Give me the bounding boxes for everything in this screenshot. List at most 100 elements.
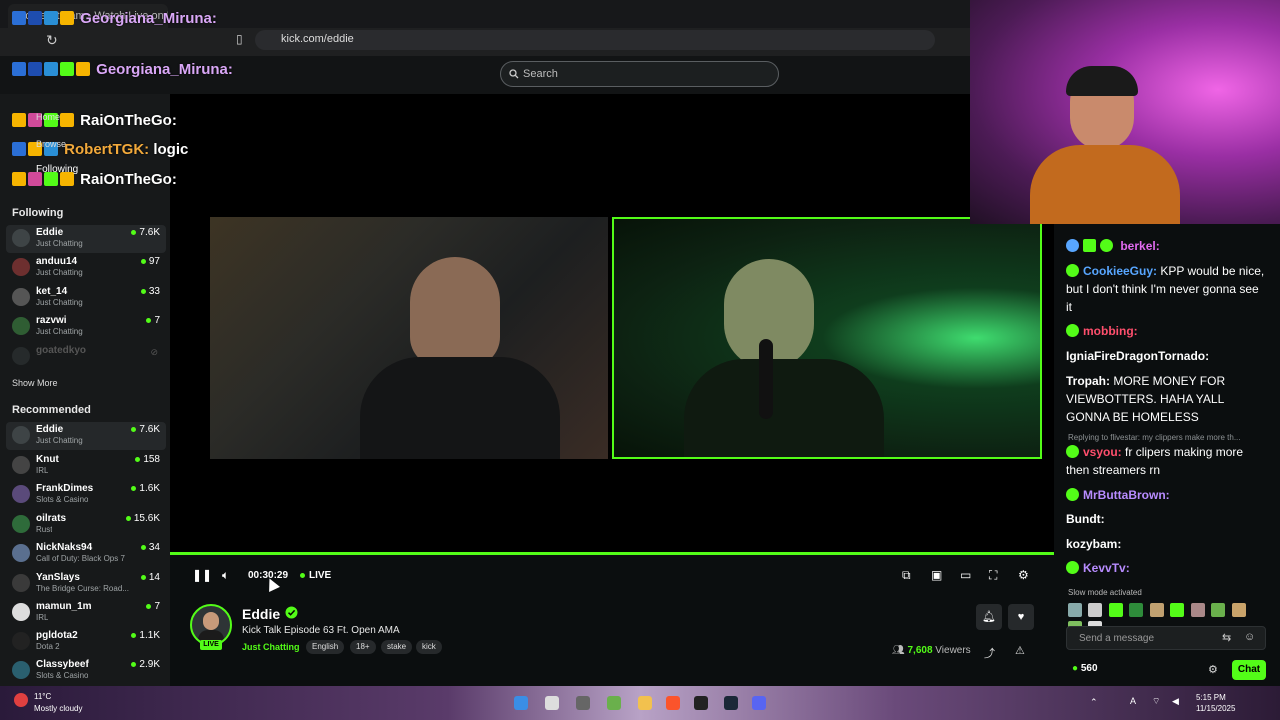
bookmark-icon[interactable]: ▯ bbox=[236, 32, 243, 46]
clock-time[interactable]: 5:15 PM bbox=[1196, 693, 1226, 702]
emote-picker-icon[interactable]: ☺ bbox=[1244, 631, 1255, 643]
channel-points[interactable]: ● 560 bbox=[1072, 663, 1098, 674]
stream-category[interactable]: Just Chatting bbox=[242, 642, 300, 652]
stream-tag[interactable]: stake bbox=[381, 640, 413, 654]
progress-bar[interactable] bbox=[170, 552, 1054, 555]
sidebar-item-recommended[interactable]: Knut IRL 158 bbox=[6, 452, 166, 480]
stream-tag[interactable]: English bbox=[306, 640, 345, 654]
network-icon[interactable]: ⌔ bbox=[1152, 696, 1160, 707]
chat-username[interactable]: IgniaFireDragonTornado: bbox=[1066, 349, 1209, 363]
emote-icon[interactable] bbox=[1211, 603, 1226, 617]
chat-username[interactable]: Tropah: bbox=[1066, 374, 1110, 388]
sidebar-item-following[interactable]: anduu14 Just Chatting 97 bbox=[6, 254, 166, 282]
channel-name[interactable]: Eddie bbox=[242, 606, 280, 622]
emote-icon[interactable] bbox=[1068, 603, 1082, 617]
verified-icon bbox=[1066, 445, 1079, 458]
sidebar-item-recommended[interactable]: pgldota2 Dota 2 1.1K bbox=[6, 628, 166, 656]
sidebar-item-recommended[interactable]: mamun_1m IRL 7 bbox=[6, 599, 166, 627]
nav-browse[interactable]: Browse bbox=[36, 139, 66, 149]
sidebar-item-recommended[interactable]: YanSlays The Bridge Curse: Road... 14 bbox=[6, 570, 166, 598]
viewer-count: 15.6K bbox=[126, 513, 160, 524]
pause-icon[interactable]: ❚❚ bbox=[192, 568, 212, 582]
chat-message-input[interactable]: Send a message bbox=[1066, 626, 1266, 650]
weather-temperature[interactable]: 11°C bbox=[34, 692, 51, 701]
overlay-message: logic bbox=[153, 141, 189, 158]
discord-icon[interactable] bbox=[752, 696, 766, 710]
chat-username[interactable]: vsyou: bbox=[1083, 445, 1122, 459]
sidebar-item-following[interactable]: ket_14 Just Chatting 33 bbox=[6, 284, 166, 312]
sidebar-item-recommended[interactable]: Classybeef Slots & Casino 2.9K bbox=[6, 657, 166, 685]
emote-icon[interactable] bbox=[1190, 603, 1205, 617]
show-more-link[interactable]: Show More bbox=[12, 378, 58, 388]
badge-icon bbox=[1066, 239, 1079, 252]
emote-icon[interactable] bbox=[1129, 603, 1144, 617]
translate-icon[interactable]: ⇆ bbox=[1222, 631, 1231, 644]
weather-condition[interactable]: Mostly cloudy bbox=[34, 704, 82, 713]
stream-tag[interactable]: 18+ bbox=[350, 640, 376, 654]
points-icon: ● bbox=[1072, 663, 1079, 674]
chat-username[interactable]: mobbing: bbox=[1083, 324, 1138, 338]
sidebar-item-recommended[interactable]: NickNaks94 Call of Duty: Black Ops 7 34 bbox=[6, 540, 166, 568]
terminal-icon[interactable] bbox=[694, 696, 708, 710]
overlay-chat-line: Georgiana_Miruna: bbox=[12, 61, 233, 78]
channel-category: Just Chatting bbox=[36, 268, 83, 277]
theater-mode-icon[interactable]: ▭ bbox=[960, 568, 971, 582]
language-icon[interactable]: A bbox=[1130, 696, 1136, 706]
report-icon[interactable]: ⚠ bbox=[1015, 644, 1025, 657]
brave-browser-icon[interactable] bbox=[666, 696, 680, 710]
chat-settings-icon[interactable]: ⚙ bbox=[1208, 663, 1218, 676]
chat-username[interactable]: Bundt: bbox=[1066, 512, 1105, 526]
viewer-count: 34 bbox=[141, 542, 160, 553]
chat-username[interactable]: MrButtaBrown: bbox=[1083, 488, 1170, 502]
steam-icon[interactable] bbox=[724, 696, 738, 710]
emote-icon[interactable] bbox=[1231, 603, 1246, 617]
emote-bar[interactable] bbox=[1068, 602, 1268, 635]
viewer-count: 7.6K bbox=[131, 424, 160, 435]
chat-username[interactable]: kozybam: bbox=[1066, 537, 1121, 551]
reload-icon[interactable]: ↻ bbox=[46, 32, 62, 48]
address-bar[interactable]: kick.com/eddie bbox=[255, 30, 935, 50]
miniplayer-icon[interactable]: ⧉ bbox=[902, 568, 911, 583]
task-view-icon[interactable] bbox=[576, 696, 590, 710]
sidebar-item-recommended[interactable]: oilrats Rust 15.6K bbox=[6, 511, 166, 539]
clip-icon[interactable]: ▣ bbox=[931, 568, 942, 582]
emote-icon[interactable] bbox=[1149, 603, 1164, 617]
volume-icon[interactable]: 🔈︎ bbox=[222, 568, 229, 583]
channel-name: YanSlays bbox=[36, 572, 80, 583]
channel-name: Eddie bbox=[36, 227, 64, 238]
channel-name: Knut bbox=[36, 454, 59, 465]
share-icon[interactable]: ⤴ bbox=[984, 645, 995, 661]
chat-username[interactable]: CookieeGuy: bbox=[1083, 264, 1157, 278]
badge-icon bbox=[28, 11, 42, 25]
sidebar-item-following[interactable]: razvwi Just Chatting 7 bbox=[6, 313, 166, 341]
sidebar-item-following[interactable]: Eddie Just Chatting 7.6K bbox=[6, 225, 166, 253]
chat-username[interactable]: berkel: bbox=[1120, 239, 1159, 253]
emote-icon[interactable] bbox=[1108, 603, 1123, 617]
sidebar-item-recommended[interactable]: Eddie Just Chatting 7.6K bbox=[6, 422, 166, 450]
sidebar-item-offline[interactable]: goatedkyo ⊘ bbox=[6, 343, 166, 371]
avatar bbox=[12, 456, 30, 474]
file-explorer-icon[interactable] bbox=[638, 696, 652, 710]
app-icon[interactable] bbox=[607, 696, 621, 710]
send-chat-button[interactable]: Chat bbox=[1232, 660, 1266, 680]
nav-home[interactable]: Home bbox=[36, 112, 60, 122]
follow-heart-icon[interactable]: ♥ bbox=[1008, 604, 1034, 630]
windows-start-icon[interactable] bbox=[514, 696, 528, 710]
nav-following[interactable]: Following bbox=[36, 164, 78, 175]
stream-tag[interactable]: kick bbox=[416, 640, 442, 654]
emote-icon[interactable] bbox=[1088, 603, 1103, 617]
search-icon[interactable] bbox=[545, 696, 559, 710]
volume-tray-icon[interactable]: ◀ bbox=[1172, 696, 1179, 707]
sidebar-item-recommended[interactable]: FrankDimes Slots & Casino 1.6K bbox=[6, 481, 166, 509]
fullscreen-icon[interactable]: ⛶ bbox=[989, 568, 997, 583]
settings-icon[interactable]: ⚙ bbox=[1018, 568, 1029, 582]
chat-username[interactable]: KevvTv: bbox=[1083, 561, 1130, 575]
badge-icon bbox=[60, 113, 74, 127]
emote-icon[interactable] bbox=[1170, 603, 1185, 617]
search-input[interactable]: Search bbox=[500, 61, 779, 87]
chat-message: berkel: bbox=[1066, 237, 1266, 255]
avatar bbox=[12, 485, 30, 503]
tray-chevron-icon[interactable]: ⌃ bbox=[1090, 697, 1098, 708]
clock-date[interactable]: 11/15/2025 bbox=[1196, 704, 1235, 713]
notification-bell-icon[interactable]: 🔔︎ bbox=[976, 604, 1002, 630]
